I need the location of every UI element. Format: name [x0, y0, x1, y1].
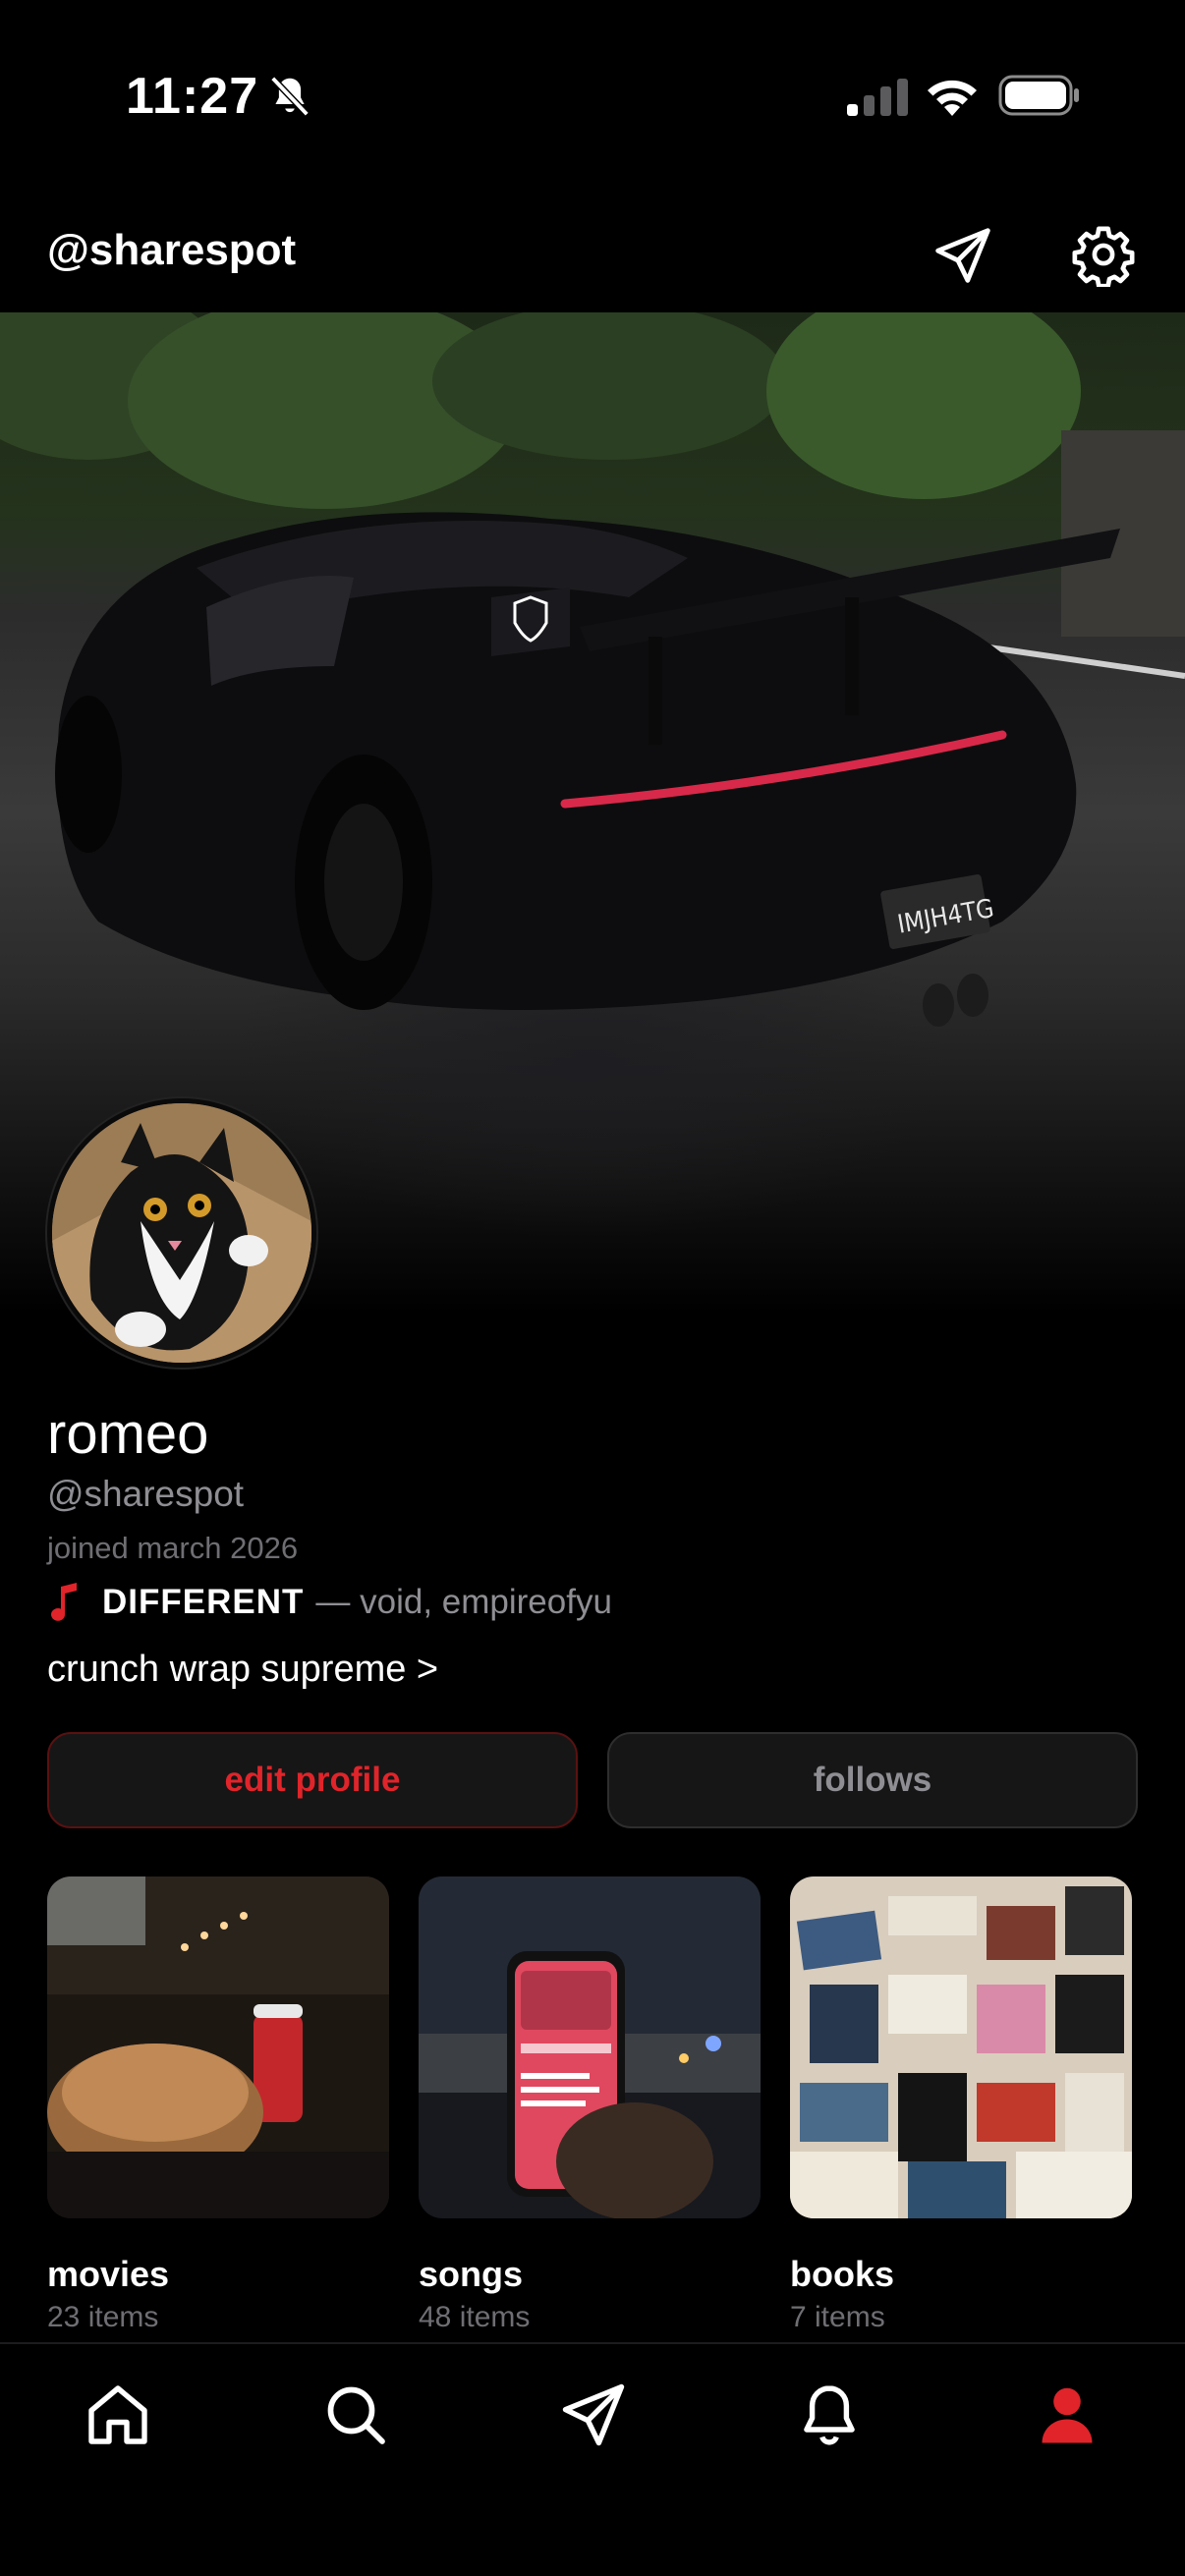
header-title: @sharespot — [47, 226, 297, 274]
bottom-tab-bar — [0, 2342, 1185, 2576]
movies-thumbnail — [47, 1876, 389, 2218]
now-playing-song: DIFFERENT — [102, 1583, 305, 1621]
send-icon[interactable] — [931, 224, 994, 287]
follows-button[interactable]: follows — [607, 1732, 1138, 1828]
joined-date: joined march 2026 — [47, 1531, 299, 1565]
collection-card-books[interactable]: books 7 items — [790, 1876, 1132, 2334]
battery-icon — [998, 75, 1079, 116]
bio-link[interactable]: crunch wrap supreme > — [47, 1649, 438, 1691]
collection-card-songs[interactable]: songs 48 items — [419, 1876, 761, 2334]
collection-count: 48 items — [419, 2301, 531, 2333]
profile-handle: @sharespot — [47, 1474, 245, 1514]
search-icon[interactable] — [320, 2380, 391, 2450]
status-bar: 11:27 — [0, 0, 1185, 196]
wifi-icon — [928, 80, 977, 116]
collection-count: 23 items — [47, 2301, 159, 2333]
collection-title: songs — [419, 2254, 524, 2294]
bell-slash-icon — [270, 76, 310, 117]
collection-title: movies — [47, 2254, 170, 2294]
home-icon[interactable] — [83, 2380, 153, 2450]
send-icon[interactable] — [558, 2380, 629, 2450]
books-thumbnail — [790, 1876, 1132, 2218]
edit-profile-button[interactable]: edit profile — [47, 1732, 578, 1828]
profile-name: romeo — [47, 1402, 209, 1466]
status-time: 11:27 — [126, 68, 259, 125]
now-playing-artist: — void, empireofyu — [315, 1583, 612, 1621]
profile-icon[interactable] — [1032, 2380, 1102, 2450]
cellular-signal-icon — [847, 79, 908, 116]
gear-icon[interactable] — [1071, 222, 1136, 287]
collection-title: books — [790, 2254, 895, 2294]
bell-icon[interactable] — [794, 2380, 865, 2450]
collection-count: 7 items — [790, 2301, 885, 2333]
top-header: @sharespot — [0, 206, 1185, 310]
songs-thumbnail — [419, 1876, 761, 2218]
music-note-icon — [51, 1583, 77, 1621]
avatar[interactable] — [47, 1098, 316, 1368]
now-playing[interactable]: DIFFERENT — void, empireofyu — [47, 1578, 612, 1627]
collection-card-movies[interactable]: movies 23 items — [47, 1876, 389, 2334]
